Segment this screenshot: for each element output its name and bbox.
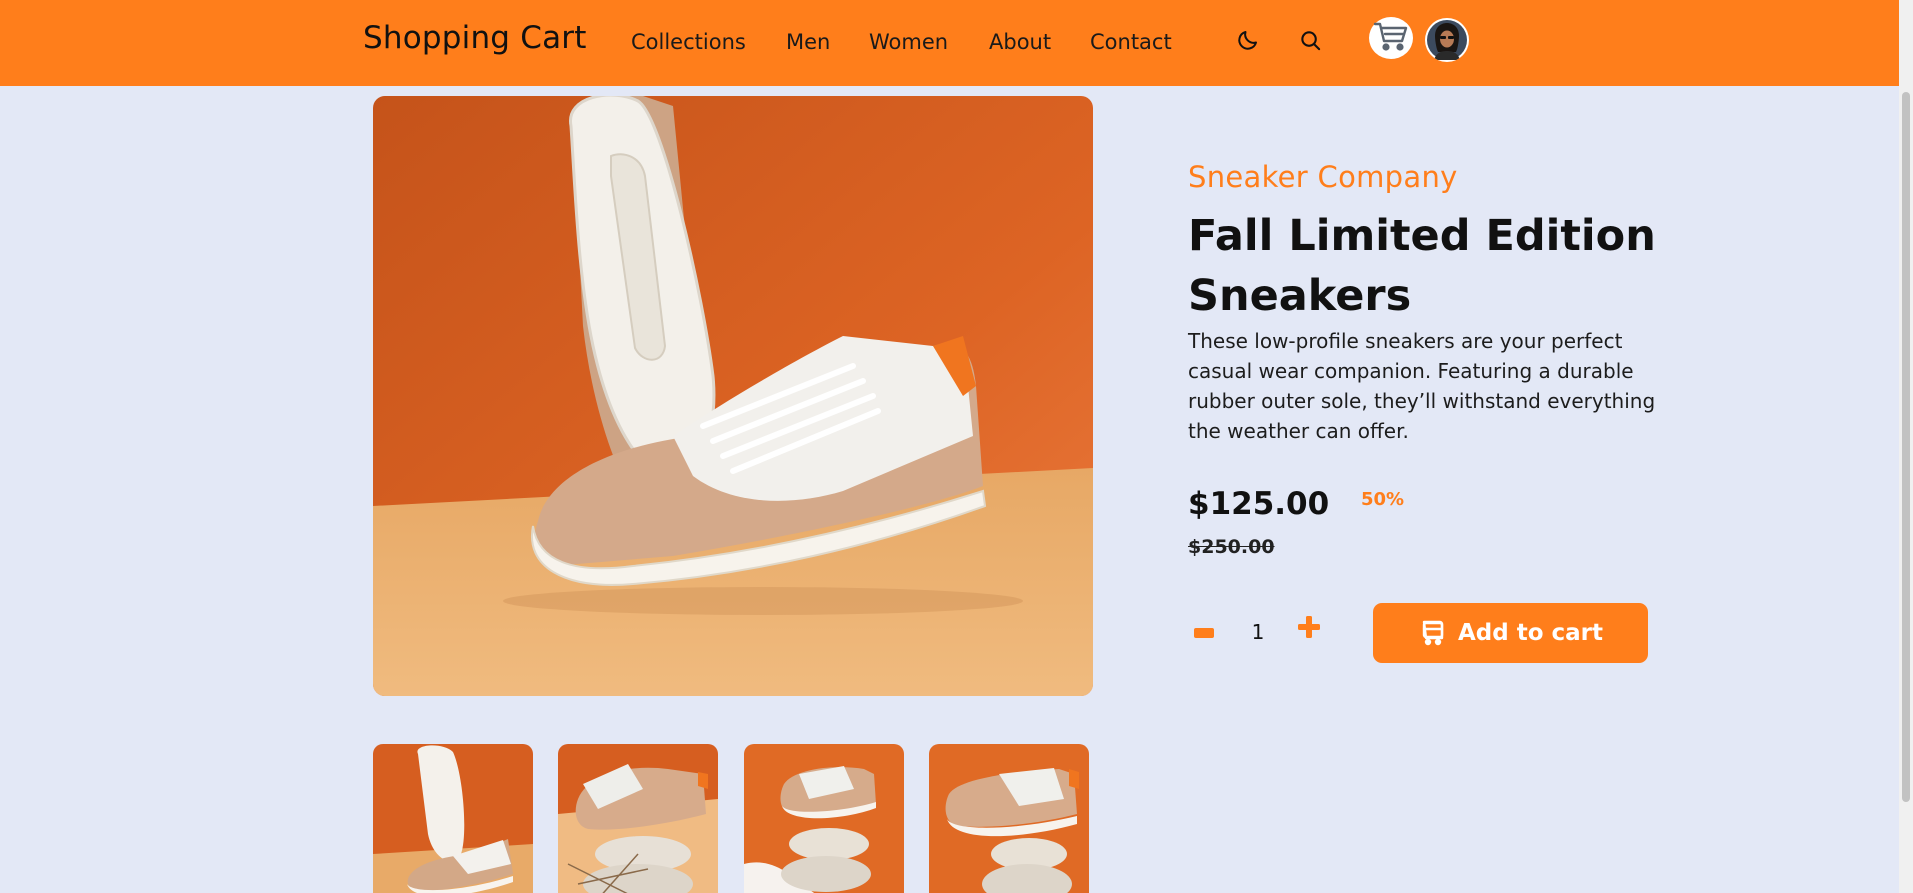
- nav-about[interactable]: About: [989, 30, 1051, 54]
- decrease-quantity-button[interactable]: [1192, 622, 1216, 642]
- quantity-value: 1: [1251, 620, 1265, 644]
- company-name: Sneaker Company: [1188, 160, 1458, 194]
- thumbnail-2[interactable]: [558, 744, 718, 893]
- brand-title[interactable]: Shopping Cart: [363, 20, 587, 56]
- cart-button[interactable]: [1369, 17, 1413, 59]
- moon-icon[interactable]: [1235, 27, 1261, 53]
- add-to-cart-label: Add to cart: [1457, 620, 1604, 646]
- product-title: Fall Limited Edition Sneakers: [1188, 211, 1656, 321]
- increase-quantity-button[interactable]: [1297, 616, 1321, 642]
- nav-men[interactable]: Men: [786, 30, 830, 54]
- thumbnail-4[interactable]: [929, 744, 1089, 893]
- cart-icon: [1373, 20, 1409, 56]
- nav-women[interactable]: Women: [869, 30, 948, 54]
- product-description: These low-profile sneakers are your perf…: [1188, 329, 1656, 443]
- plus-icon: [1298, 616, 1320, 642]
- scrollbar-thumb[interactable]: [1902, 92, 1910, 802]
- nav-collections[interactable]: Collections: [631, 30, 746, 54]
- avatar[interactable]: [1425, 18, 1469, 62]
- current-price: $125.00: [1188, 486, 1330, 522]
- search-icon[interactable]: [1297, 27, 1323, 53]
- cart-icon: [1418, 619, 1446, 647]
- nav-contact[interactable]: Contact: [1090, 30, 1172, 54]
- original-price: $250.00: [1188, 536, 1275, 558]
- thumbnail-3[interactable]: [744, 744, 904, 893]
- product-main-image[interactable]: [373, 96, 1093, 696]
- minus-icon: [1194, 623, 1214, 642]
- thumbnail-1[interactable]: [373, 744, 533, 893]
- add-to-cart-button[interactable]: Add to cart: [1373, 603, 1648, 663]
- discount-badge: 50%: [1361, 489, 1405, 510]
- top-navbar: Shopping Cart Collections Men Women Abou…: [0, 0, 1899, 86]
